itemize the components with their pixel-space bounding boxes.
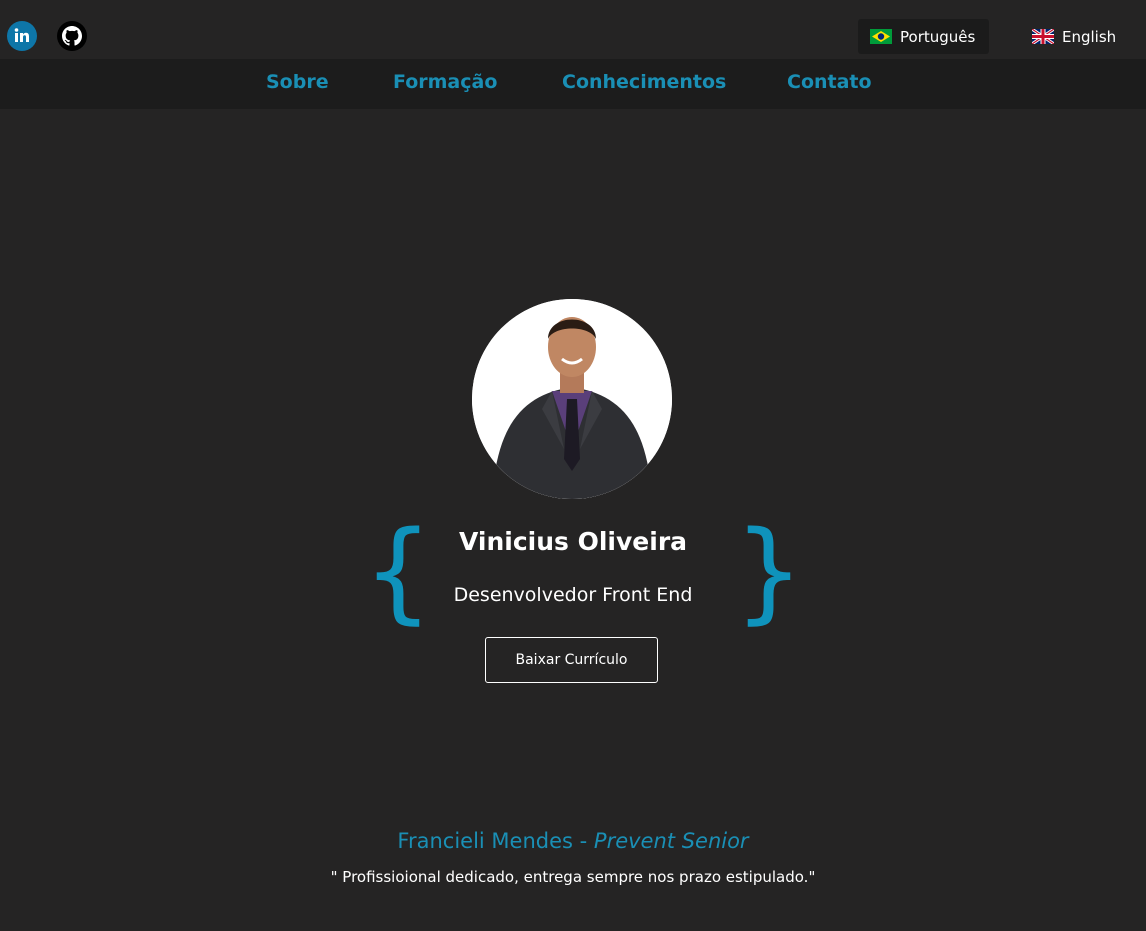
left-curly-brace: { (363, 507, 433, 635)
github-link[interactable] (57, 21, 87, 51)
profile-role: Desenvolvedor Front End (453, 584, 693, 606)
nav-item-sobre[interactable]: Sobre (266, 71, 329, 93)
profile-name: Vinicius Oliveira (458, 527, 688, 556)
right-curly-brace: } (734, 507, 804, 635)
linkedin-icon (14, 28, 29, 42)
profile-avatar (472, 299, 672, 499)
testimonial-author: Francieli Mendes - (397, 829, 594, 853)
uk-flag-icon (1032, 29, 1054, 44)
language-portuguese-label: Português (900, 27, 976, 46)
language-english-label: English (1062, 27, 1117, 46)
nav-item-contato[interactable]: Contato (787, 71, 872, 93)
linkedin-link[interactable] (7, 21, 37, 51)
testimonial-quote: " Profissioional dedicado, entrega sempr… (330, 868, 816, 886)
top-bar: Português English (0, 0, 1146, 59)
language-portuguese-button[interactable]: Português (858, 19, 989, 54)
nav-item-conhecimentos[interactable]: Conhecimentos (562, 71, 726, 93)
nav-item-formacao[interactable]: Formação (393, 71, 497, 93)
testimonial-author-line: Francieli Mendes - Prevent Senior (0, 829, 1146, 853)
download-cv-button[interactable]: Baixar Currículo (485, 637, 658, 683)
profile-photo (472, 299, 672, 499)
github-icon (62, 26, 82, 46)
testimonial-company: Prevent Senior (593, 829, 749, 853)
language-english-button[interactable]: English (1020, 19, 1132, 54)
brazil-flag-icon (870, 29, 892, 44)
main-navbar: Sobre Formação Conhecimentos Contato (0, 59, 1146, 109)
